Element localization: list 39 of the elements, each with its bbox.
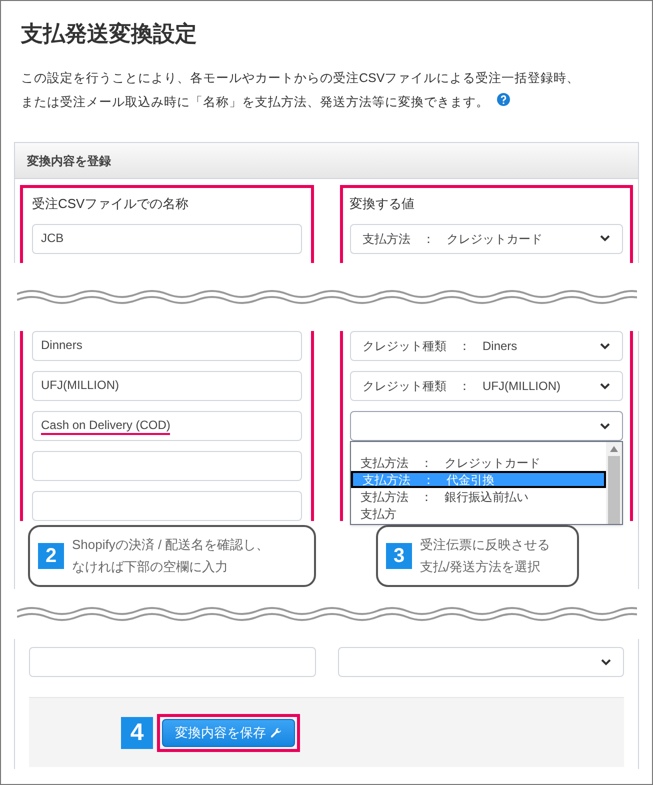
chevron-down-icon [600, 235, 610, 242]
chevron-down-icon [600, 382, 610, 390]
column-label: 変換する値 [350, 195, 416, 213]
column-label: 受注CSVファイルでの名称 [32, 195, 190, 213]
chevron-down-icon [601, 658, 611, 666]
text-input[interactable]: Dinners [32, 331, 302, 361]
callout-text: 受注伝票に反映させる 支払/発送方法を選択 [420, 536, 550, 576]
text-input[interactable] [32, 491, 302, 521]
panel-header: 変換内容を登録 [15, 143, 638, 179]
text-input[interactable] [29, 647, 316, 677]
select-dropdown[interactable]: クレジット種類 ： UFJ(MILLION) [350, 371, 623, 401]
chevron-down-icon [600, 422, 610, 430]
text-input[interactable]: Cash on Delivery (COD) [32, 411, 302, 441]
input-value: Cash on Delivery (COD) [41, 417, 170, 435]
wrench-icon [270, 726, 282, 738]
text-input[interactable]: JCB [32, 224, 302, 254]
chevron-down-icon [600, 342, 610, 350]
dropdown-option[interactable]: 支払方法 ： クレジットカード [350, 454, 606, 471]
callout-text: Shopifyの決済 / 配送名を確認し、 なければ下部の空欄に入力 [72, 536, 270, 576]
input-value: Dinners [41, 337, 82, 354]
text-input[interactable]: UFJ(MILLION) [32, 371, 302, 401]
scrollbar[interactable] [606, 442, 622, 524]
select-dropdown[interactable] [350, 411, 623, 441]
step-number-badge: 4 [121, 716, 153, 748]
input-value: JCB [41, 230, 64, 246]
select-dropdown[interactable]: クレジット種類 ： Diners [350, 331, 623, 361]
step-number-badge: 3 [386, 543, 412, 569]
dropdown-option[interactable]: 支払方法 ： 銀行振込前払い [350, 488, 606, 505]
description-text-line: または受注メール取込み時に「名称」を支払方法、発送方法等に変換できます。 [21, 94, 489, 111]
select-dropdown[interactable]: 支払方法 ： クレジットカード [350, 224, 623, 254]
help-icon[interactable] [497, 93, 510, 106]
select-dropdown[interactable] [338, 647, 624, 677]
input-value: UFJ(MILLION) [41, 377, 119, 394]
page-title: 支払発送変換設定 [20, 20, 198, 48]
text-input[interactable] [32, 451, 302, 481]
description-text-line: この設定を行うことにより、各モールやカートからの受注CSVファイルによる受注一括登録時、 [21, 70, 580, 87]
step-number-badge: 2 [38, 543, 64, 569]
dropdown-option[interactable]: 支払方 [350, 505, 606, 522]
scroll-up-arrow-icon[interactable] [610, 446, 618, 452]
